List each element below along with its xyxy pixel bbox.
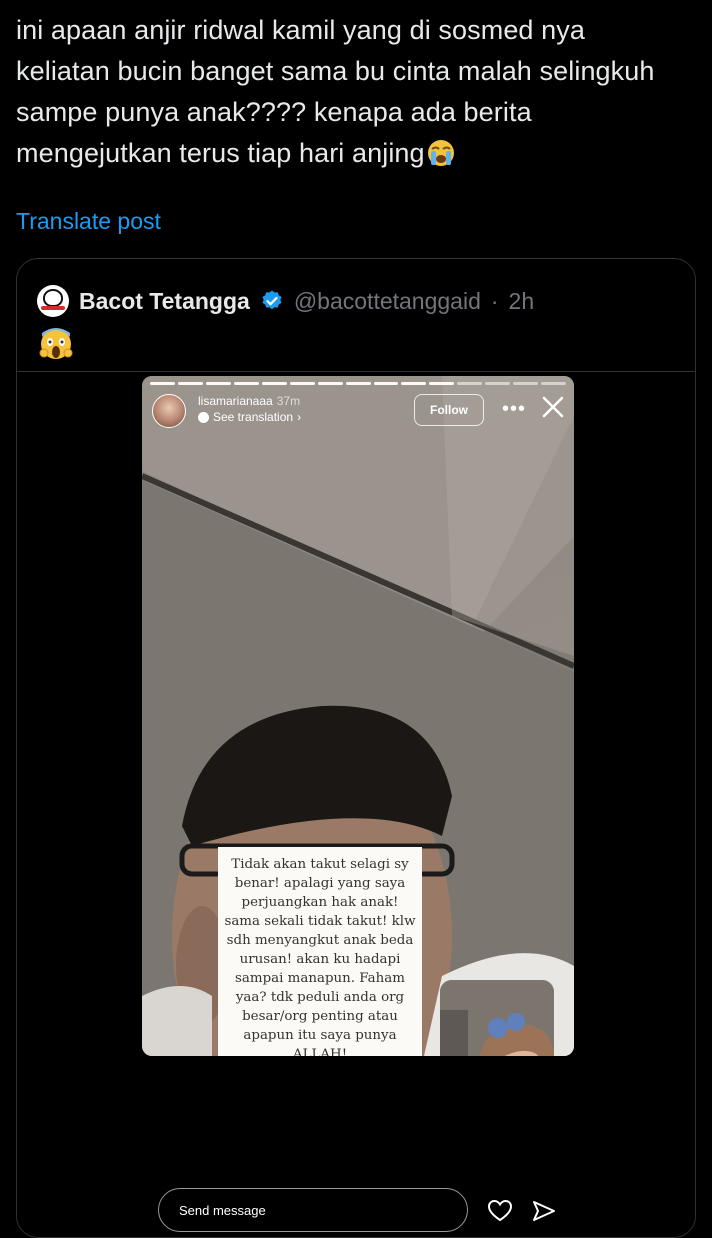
story-username-text: lisamarianaaa (198, 394, 273, 408)
see-translation-link[interactable]: See translation › (198, 410, 301, 424)
follow-button[interactable]: Follow (414, 394, 484, 426)
send-icon[interactable] (531, 1198, 557, 1224)
see-translation-text: See translation (213, 410, 294, 424)
story-time: 37m (276, 394, 301, 408)
story-header: lisamarianaaa 37m See translation › Follo… (152, 392, 564, 432)
tweet-body: ini apaan anjir ridwal kamil yang di sos… (16, 15, 655, 168)
story-inset-photo (440, 980, 554, 1056)
translate-post-link[interactable]: Translate post (16, 208, 161, 235)
heart-icon[interactable] (487, 1198, 513, 1224)
quoted-post-time[interactable]: 2h (509, 288, 535, 315)
send-message-placeholder: Send message (179, 1202, 266, 1218)
verified-badge-icon (262, 290, 282, 310)
separator-dot: · (490, 287, 499, 314)
quoted-media[interactable]: lisamarianaaa 37m See translation › Follo… (17, 371, 695, 1237)
quoted-author-handle[interactable]: @bacottetanggaid (294, 288, 481, 315)
bacot-tetangga-avatar[interactable] (37, 285, 69, 317)
tweet-text: ini apaan anjir ridwal kamil yang di sos… (16, 10, 686, 174)
story-text-overlay: Tidak akan takut selagi sy benar! apalag… (218, 847, 422, 1056)
quoted-post-card[interactable]: Bacot Tetangga @bacottetanggaid · 2h lis… (16, 258, 696, 1238)
instagram-story-screenshot: lisamarianaaa 37m See translation › Follo… (142, 376, 574, 1056)
chevron-right-icon: › (297, 410, 302, 424)
story-user-avatar[interactable] (152, 394, 186, 428)
quoted-author-name[interactable]: Bacot Tetangga (79, 288, 250, 315)
screaming-face-emoji (39, 328, 73, 359)
globe-icon (198, 411, 209, 423)
crying-face-emoji (427, 140, 454, 166)
send-message-input[interactable]: Send message (158, 1188, 468, 1232)
story-progress-bar (150, 382, 567, 385)
quoted-post-header: Bacot Tetangga @bacottetanggaid · 2h (37, 283, 534, 319)
story-username[interactable]: lisamarianaaa 37m (198, 394, 300, 408)
close-icon[interactable] (538, 392, 568, 422)
more-options-icon[interactable]: ••• (502, 398, 526, 421)
